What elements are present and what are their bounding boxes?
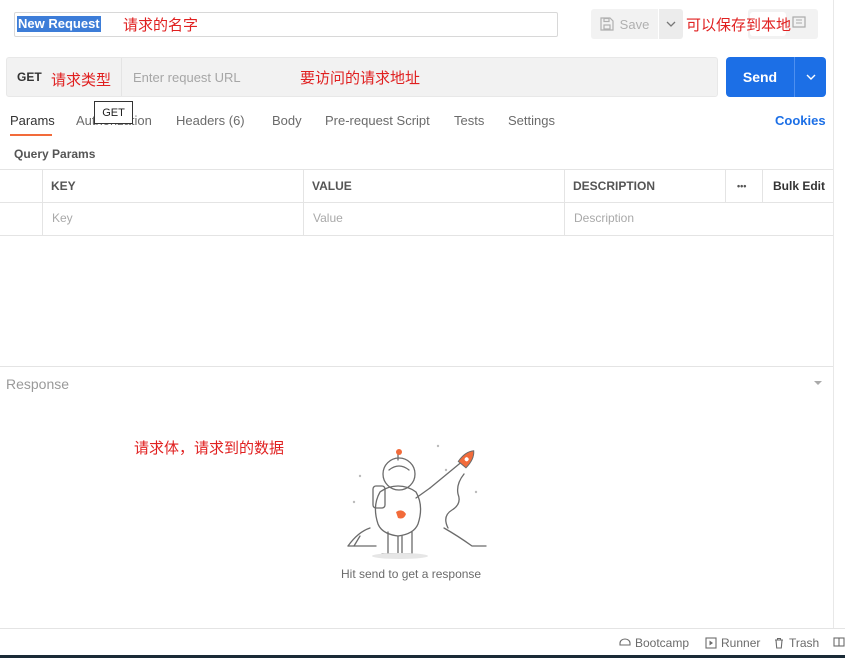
save-dropdown-button[interactable] [659,9,683,39]
description-input[interactable]: Description [574,211,634,225]
bootcamp-icon [619,638,631,646]
status-bar: Bootcamp Runner Trash [0,628,845,655]
column-header-key: KEY [51,179,76,193]
tab-pre-request-script[interactable]: Pre-request Script [325,113,430,129]
method-tooltip: GET [94,101,133,124]
method-label: GET [17,70,42,84]
send-button-group: Send [726,57,826,97]
two-pane-icon [833,637,845,647]
bootcamp-button[interactable]: Bootcamp [619,636,689,650]
cookies-link[interactable]: Cookies [775,113,826,128]
tab-settings[interactable]: Settings [508,113,555,129]
column-divider [564,169,565,236]
annotation-response-body: 请求体，请求到的数据 [134,439,285,457]
table-header-border [0,202,833,203]
tab-headers[interactable]: Headers (6) [176,113,245,129]
key-input[interactable]: Key [52,211,73,225]
runner-icon [705,637,717,649]
send-dropdown-button[interactable] [795,57,826,97]
table-top-border [0,169,833,170]
more-options-icon[interactable]: ••• [737,181,746,191]
comment-icon[interactable] [792,16,806,30]
annotation-url: 要访问的请求地址 [300,69,421,87]
layout-toggle-button[interactable] [833,636,845,648]
active-tab-indicator [10,134,52,136]
astronaut-illustration [347,444,487,559]
right-edge-border [833,0,834,632]
save-button[interactable]: Save [591,9,658,39]
response-divider[interactable] [0,366,833,367]
query-params-title: Query Params [14,147,96,161]
tab-params[interactable]: Params [10,113,55,129]
chevron-down-icon [806,74,815,80]
column-divider [42,169,43,236]
column-divider [762,169,763,203]
annotation-method: 请求类型 [51,71,112,89]
column-divider [725,169,726,203]
runner-button[interactable]: Runner [705,636,760,650]
empty-response-text: Hit send to get a response [341,567,482,581]
save-icon [600,17,614,31]
response-title: Response [6,376,70,392]
trash-label: Trash [789,636,820,650]
tab-tests[interactable]: Tests [454,113,484,129]
trash-icon [775,637,783,649]
column-header-description: DESCRIPTION [573,179,656,193]
column-header-value: VALUE [312,179,352,193]
column-divider [303,169,304,236]
bootcamp-label: Bootcamp [635,636,690,650]
chevron-down-icon [666,21,676,27]
tab-body[interactable]: Body [272,113,302,129]
table-row-border [0,235,833,236]
annotation-save: 可以保存到本地 [686,16,792,34]
bulk-edit-button[interactable]: Bulk Edit [773,179,825,193]
collapse-caret-icon[interactable] [813,380,823,386]
annotation-request-name: 请求的名字 [123,16,199,34]
runner-label: Runner [721,636,761,650]
save-group: Save [591,9,683,39]
trash-button[interactable]: Trash [773,636,819,650]
save-label: Save [619,16,650,32]
request-name-text[interactable]: New Request [17,16,101,32]
send-button[interactable]: Send [726,57,794,97]
value-input[interactable]: Value [313,211,343,225]
